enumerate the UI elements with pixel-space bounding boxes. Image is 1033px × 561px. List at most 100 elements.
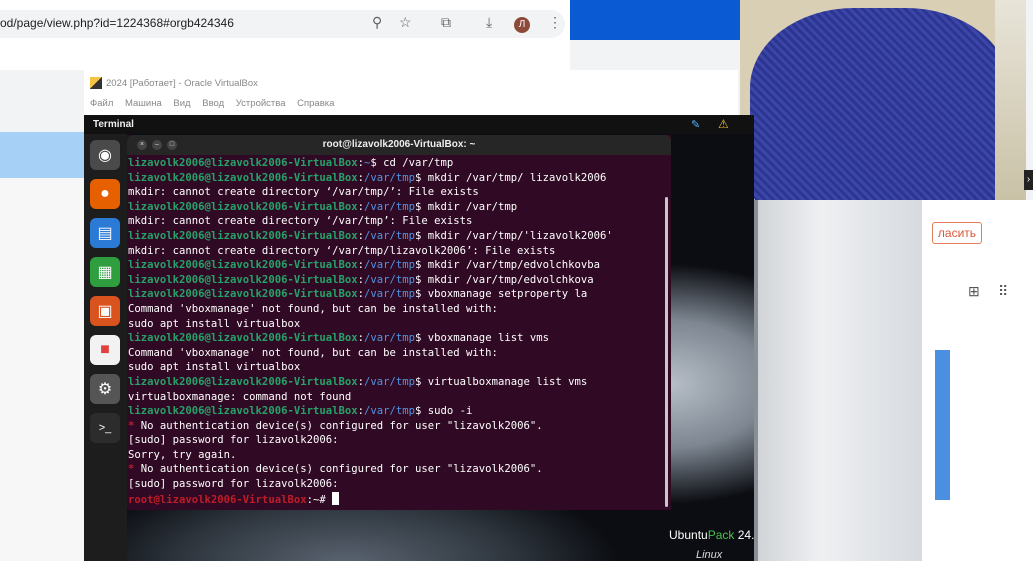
prompt-path: /var/tmp xyxy=(364,200,416,213)
download-icon[interactable]: ⤓ xyxy=(486,14,492,30)
command-text: $ mkdir /var/tmp xyxy=(415,200,518,213)
chevron-right-icon[interactable]: › xyxy=(1024,170,1033,190)
prompt-path: /var/tmp xyxy=(364,375,416,388)
firefox-icon[interactable]: ● xyxy=(90,179,120,209)
url-text[interactable]: od/page/view.php?id=1224368#orgb424346 xyxy=(0,16,234,30)
menu-machine[interactable]: Машина xyxy=(125,98,162,109)
terminal-output[interactable]: lizavolk2006@lizavolk2006-VirtualBox:~$ … xyxy=(128,156,663,508)
menu-file[interactable]: Файл xyxy=(90,98,113,109)
settings-icon[interactable]: ⚙ xyxy=(90,374,120,404)
prompt-user: lizavolk2006@lizavolk2006-VirtualBox xyxy=(128,288,358,301)
terminal-window[interactable]: × – □ root@lizavolk2006-VirtualBox: ~ li… xyxy=(127,135,671,510)
command-text: $ mkdir /var/tmp/edvolchkovba xyxy=(415,259,600,272)
terminal-line: lizavolk2006@lizavolk2006-VirtualBox:/va… xyxy=(128,229,663,244)
grid-icon[interactable]: ⠿ xyxy=(998,283,1008,300)
command-text: $ virtualboxmanage list vms xyxy=(415,375,588,388)
command-text: $ mkdir /var/tmp/ lizavolk2006 xyxy=(415,171,607,184)
avatar[interactable]: Л xyxy=(514,17,530,33)
terminal-line: * No authentication device(s) configured… xyxy=(128,419,663,434)
output-text: [sudo] password for lizavolk2006: xyxy=(128,434,339,447)
active-app-label[interactable]: Terminal xyxy=(93,119,134,130)
root-prompt-suffix: :~# xyxy=(306,493,333,506)
blue-card xyxy=(935,350,950,500)
terminal-line: lizavolk2006@lizavolk2006-VirtualBox:/va… xyxy=(128,287,663,302)
reject-button[interactable]: ласить xyxy=(932,222,982,244)
terminal-icon[interactable]: >_ xyxy=(90,413,120,443)
page-blue-block xyxy=(0,132,84,178)
output-text: Command 'vboxmanage' not found, but can … xyxy=(128,302,498,315)
zoom-icon[interactable]: ⚲ xyxy=(372,14,382,30)
vbox-titlebar[interactable]: 2024 [Работает] - Oracle VirtualBox xyxy=(84,70,738,94)
virtualbox-logo-icon xyxy=(90,77,102,89)
command-text: $ vboxmanage setproperty la xyxy=(415,288,588,301)
menu-input[interactable]: Ввод xyxy=(202,98,224,109)
menu-icon[interactable]: ⋮ xyxy=(548,14,562,30)
menu-view[interactable]: Вид xyxy=(173,98,190,109)
prompt-user: lizavolk2006@lizavolk2006-VirtualBox xyxy=(128,273,358,286)
guest-topbar: Terminal ✎ ⚠ xyxy=(84,115,754,134)
text-cursor xyxy=(332,491,340,505)
output-text: Command 'vboxmanage' not found, but can … xyxy=(128,346,498,359)
command-text: $ sudo -i xyxy=(415,405,473,418)
prompt-path: /var/tmp xyxy=(364,332,416,345)
terminal-line: Sorry, try again. xyxy=(128,448,663,463)
prompt-path: /var/tmp xyxy=(364,405,416,418)
terminal-line: lizavolk2006@lizavolk2006-VirtualBox:/va… xyxy=(128,258,663,273)
output-text: mkdir: cannot create directory ‘/var/tmp… xyxy=(128,186,479,199)
calc-icon[interactable]: ▦ xyxy=(90,257,120,287)
camera-subject xyxy=(750,8,1010,200)
terminal-line: mkdir: cannot create directory ‘/var/tmp… xyxy=(128,214,663,229)
terminal-line: lizavolk2006@lizavolk2006-VirtualBox:/va… xyxy=(128,404,663,419)
output-text: sudo apt install virtualbox xyxy=(128,361,301,374)
terminal-line: lizavolk2006@lizavolk2006-VirtualBox:/va… xyxy=(128,200,663,215)
linux-badge: Linux xyxy=(696,549,723,561)
terminal-line: mkdir: cannot create directory ‘/var/tmp… xyxy=(128,185,663,200)
grey-window-edge xyxy=(754,200,758,561)
menu-help[interactable]: Справка xyxy=(297,98,334,109)
address-bar[interactable]: od/page/view.php?id=1224368#orgb424346 xyxy=(0,10,565,38)
prompt-user: lizavolk2006@lizavolk2006-VirtualBox xyxy=(128,259,358,272)
output-text: [sudo] password for lizavolk2006: xyxy=(128,478,339,491)
ubuntu-icon[interactable]: ◉ xyxy=(90,140,120,170)
badge-pack-text: Pack xyxy=(707,528,735,542)
output-text: sudo apt install virtualbox xyxy=(128,317,301,330)
prompt-path: /var/tmp xyxy=(364,273,416,286)
dock: ◉ ● ▤ ▦ ▣ ■ ⚙ >_ xyxy=(84,134,127,561)
grey-window xyxy=(754,200,922,561)
menu-devices[interactable]: Устройства xyxy=(236,98,286,109)
prompt-path: /var/tmp xyxy=(364,259,416,272)
guest-screen[interactable]: Terminal ✎ ⚠ UbuntuPack 24.04 Linux ◉ ● ▤ ▦… xyxy=(84,115,754,561)
command-text: $ mkdir /var/tmp/'lizavolk2006' xyxy=(415,229,613,242)
terminal-titlebar[interactable]: × – □ root@lizavolk2006-VirtualBox: ~ xyxy=(127,135,671,155)
prompt-user: lizavolk2006@lizavolk2006-VirtualBox xyxy=(128,332,358,345)
impress-icon[interactable]: ▣ xyxy=(90,296,120,326)
badge-version-text: 24.04 xyxy=(737,528,754,542)
grid-icon[interactable]: ⊞ xyxy=(968,283,980,300)
software-icon[interactable]: ■ xyxy=(90,335,120,365)
grid-icon[interactable]: ⋮ xyxy=(1027,283,1033,300)
terminal-line: mkdir: cannot create directory ‘/var/tmp… xyxy=(128,244,663,259)
ubuntu-pack-badge: UbuntuPack 24.04 xyxy=(669,528,754,542)
terminal-line: lizavolk2006@lizavolk2006-VirtualBox:/va… xyxy=(128,273,663,288)
warning-icon[interactable]: ⚠ xyxy=(718,117,729,131)
terminal-line: virtualboxmanage: command not found xyxy=(128,390,663,405)
pen-icon[interactable]: ✎ xyxy=(691,118,700,131)
prompt-user: lizavolk2006@lizavolk2006-VirtualBox xyxy=(128,171,358,184)
terminal-line: lizavolk2006@lizavolk2006-VirtualBox:/va… xyxy=(128,331,663,346)
prompt-path: /var/tmp xyxy=(364,229,416,242)
star-icon[interactable]: ☆ xyxy=(399,14,412,30)
prompt-user: lizavolk2006@lizavolk2006-VirtualBox xyxy=(128,200,358,213)
camera-background xyxy=(995,0,1026,200)
root-prompt: root@lizavolk2006-VirtualBox xyxy=(128,493,307,506)
command-text: $ cd /var/tmp xyxy=(370,157,454,169)
camera-video xyxy=(740,0,1026,200)
terminal-scrollbar[interactable] xyxy=(665,197,668,507)
extension-icon[interactable]: ⧉ xyxy=(441,14,451,30)
prompt-user: lizavolk2006@lizavolk2006-VirtualBox xyxy=(128,375,358,388)
output-text: No authentication device(s) configured f… xyxy=(134,419,543,432)
page-background xyxy=(0,40,570,70)
command-text: $ vboxmanage list vms xyxy=(415,332,549,345)
blue-banner xyxy=(570,0,740,40)
terminal-line: root@lizavolk2006-VirtualBox:~# xyxy=(128,491,663,508)
writer-icon[interactable]: ▤ xyxy=(90,218,120,248)
